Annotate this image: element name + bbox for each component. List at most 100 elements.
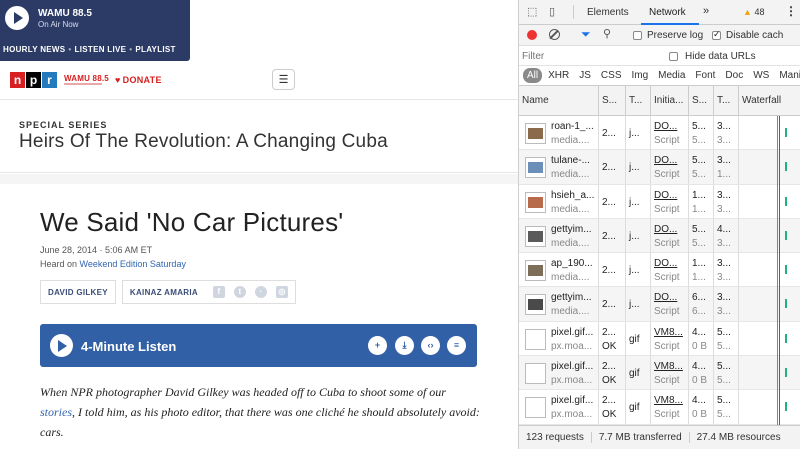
initiator-link[interactable]: DO...: [654, 258, 677, 269]
donate-link[interactable]: ♥ DONATE: [115, 75, 162, 85]
table-row[interactable]: tulane-... media.... 2... j... DO... Script 5.…: [519, 150, 800, 185]
cell-time: 5... 5...: [714, 321, 739, 356]
clear-icon[interactable]: [549, 29, 560, 40]
live-player[interactable]: WAMU 88.5 On Air Now HOURLY NEWS • LISTEN …: [0, 0, 190, 61]
stories-link[interactable]: stories: [40, 405, 72, 419]
cell-size: 1... 1...: [689, 184, 714, 219]
type-filter-manifest[interactable]: Manifes: [775, 68, 800, 83]
hide-data-urls-checkbox[interactable]: [669, 52, 678, 61]
status-code: 2...: [602, 361, 616, 373]
disable-cache-checkbox[interactable]: [712, 29, 721, 40]
station-logo[interactable]: WAMU 88.5: [64, 74, 109, 83]
column-status[interactable]: S...: [599, 86, 626, 116]
hourly-news-link[interactable]: HOURLY NEWS: [3, 45, 65, 54]
donate-label: DONATE: [122, 75, 162, 85]
initiator-link[interactable]: DO...: [654, 121, 677, 132]
warning-icon: ▲: [743, 7, 752, 17]
filter-input[interactable]: [522, 49, 660, 64]
column-type[interactable]: T...: [626, 86, 651, 116]
device-toolbar-icon[interactable]: ▯: [549, 5, 555, 18]
type-filter-media[interactable]: Media: [654, 68, 689, 83]
facebook-icon[interactable]: f: [212, 286, 225, 298]
playlist-link[interactable]: PLAYLIST: [135, 45, 175, 54]
story-title: We Said 'No Car Pictures': [40, 207, 344, 237]
listen-label[interactable]: 4-Minute Listen: [81, 339, 176, 354]
tab-network[interactable]: Network: [649, 7, 686, 18]
status-text: OK: [602, 409, 617, 421]
column-name[interactable]: Name: [519, 86, 599, 116]
listen-live-link[interactable]: LISTEN LIVE: [75, 45, 127, 54]
request-domain: media....: [551, 169, 590, 181]
play-audio-icon[interactable]: [50, 334, 73, 357]
more-tabs-icon[interactable]: »: [703, 5, 709, 17]
preserve-log-checkbox[interactable]: [633, 31, 642, 40]
table-row[interactable]: pixel.gif... px.moa... 2... OK gif VM8... Scri…: [519, 321, 800, 357]
initiator-link[interactable]: VM8...: [654, 327, 683, 338]
column-initiator[interactable]: Initia...: [651, 86, 689, 116]
cell-time: 4... 3...: [714, 218, 739, 253]
request-domain: px.moa...: [551, 409, 593, 421]
series-title[interactable]: Heirs Of The Revolution: A Changing Cuba: [19, 131, 388, 153]
filter-row: Hide data URLs: [519, 46, 800, 66]
program-link[interactable]: Weekend Edition Saturday: [80, 259, 186, 269]
twitter-icon[interactable]: t: [233, 286, 246, 298]
table-row[interactable]: roan-1_... media.... 2... j... DO... Script 5.…: [519, 116, 800, 151]
cell-type: gif: [626, 321, 651, 356]
table-row[interactable]: pixel.gif... px.moa... 2... OK gif VM8... Scri…: [519, 390, 800, 425]
share-icon[interactable]: ·: [254, 286, 267, 298]
tab-elements[interactable]: Elements: [587, 7, 629, 18]
column-waterfall[interactable]: Waterfall: [739, 86, 800, 116]
filter-icon[interactable]: ⏷: [581, 27, 591, 42]
cell-initiator: DO... Script: [651, 218, 689, 253]
initiator-link[interactable]: VM8...: [654, 395, 683, 406]
table-row[interactable]: gettyim... media.... 2... j... DO... Script 6.…: [519, 287, 800, 322]
type-filter-css[interactable]: CSS: [597, 68, 626, 83]
embed-icon[interactable]: ‹›: [421, 336, 440, 355]
search-icon[interactable]: ⚲: [603, 27, 611, 40]
type-filter-js[interactable]: JS: [575, 68, 595, 83]
waterfall-bar: [785, 128, 787, 137]
resource-size: 6...: [692, 306, 706, 318]
devtools-menu-icon[interactable]: ⋮: [785, 4, 797, 18]
request-name: ap_190...: [551, 258, 593, 270]
logo-letter-n: n: [10, 72, 25, 88]
type-filter-xhr[interactable]: XHR: [544, 68, 573, 83]
type-filter-doc[interactable]: Doc: [721, 68, 747, 83]
initiator-link[interactable]: DO...: [654, 155, 677, 166]
request-name: roan-1_...: [551, 121, 594, 132]
type-filter-font[interactable]: Font: [691, 68, 719, 83]
cell-status: 2...: [599, 150, 626, 185]
resource-size: 1...: [692, 203, 706, 215]
cell-initiator: DO... Script: [651, 287, 689, 322]
menu-button[interactable]: ☰: [272, 69, 295, 90]
image-preview: [528, 299, 543, 311]
add-to-playlist-icon[interactable]: +: [368, 336, 387, 355]
play-live-icon[interactable]: [5, 6, 29, 30]
file-thumbnail: [525, 225, 546, 247]
table-row[interactable]: pixel.gif... px.moa... 2... OK gif VM8... Scri…: [519, 356, 800, 391]
initiator-link[interactable]: VM8...: [654, 361, 683, 372]
byline-kainaz-amaria[interactable]: KAINAZ AMARIA: [121, 280, 205, 304]
type-filter-img[interactable]: Img: [627, 68, 652, 83]
column-size[interactable]: S...: [689, 86, 714, 116]
type-filter-ws[interactable]: WS: [749, 68, 773, 83]
initiator-link[interactable]: DO...: [654, 224, 677, 235]
column-time[interactable]: T...: [714, 86, 739, 116]
table-row[interactable]: gettyim... media.... 2... j... DO... Script 5.…: [519, 218, 800, 254]
initiator-link[interactable]: DO...: [654, 292, 677, 303]
instagram-icon[interactable]: ◎: [275, 286, 288, 298]
transcript-icon[interactable]: ≡: [447, 336, 466, 355]
record-icon[interactable]: [527, 30, 537, 40]
initiator-link[interactable]: DO...: [654, 190, 677, 201]
warnings-counter[interactable]: ▲ 48: [743, 7, 764, 17]
table-row[interactable]: hsieh_a... media.... 2... j... DO... Script 1.…: [519, 184, 800, 219]
download-icon[interactable]: ⤓: [395, 336, 414, 355]
byline-david-gilkey[interactable]: DAVID GILKEY: [40, 280, 116, 304]
link-separator: •: [129, 45, 133, 54]
cell-name: ap_190... media....: [519, 253, 599, 288]
type-filter-all[interactable]: All: [523, 68, 543, 83]
table-row[interactable]: ap_190... media.... 2... j... DO... Script 1..…: [519, 253, 800, 288]
request-domain: media....: [551, 306, 590, 318]
npr-logo[interactable]: n p r: [10, 72, 58, 88]
inspect-element-icon[interactable]: ⬚: [527, 5, 537, 18]
